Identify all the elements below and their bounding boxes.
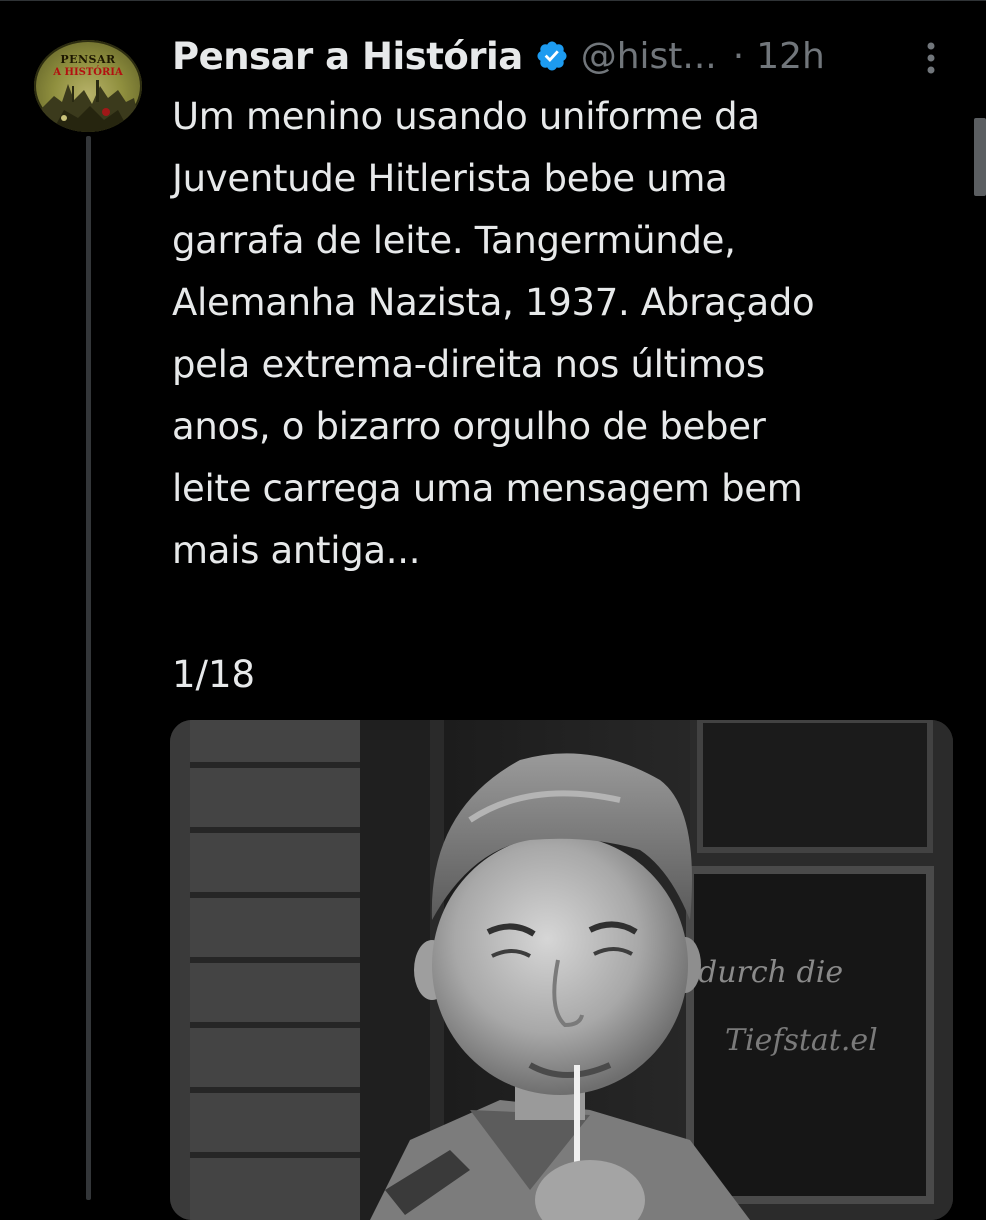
author-handle[interactable]: @hist...	[581, 36, 717, 77]
tweet-header: Pensar a História @hist... · 12h	[172, 31, 825, 81]
more-options-icon[interactable]	[919, 38, 943, 78]
separator-dot: ·	[732, 35, 745, 77]
verified-badge-icon	[535, 39, 569, 73]
avatar-subtitle: A HISTÓRIA	[53, 67, 123, 78]
avatar-title: PENSAR	[60, 53, 116, 66]
photo-brick-wall	[170, 720, 444, 1220]
photo-window: durch die Tiefstat.el	[686, 720, 953, 1220]
author-name[interactable]: Pensar a História	[172, 35, 523, 78]
author-avatar[interactable]: PENSAR A HISTÓRIA	[34, 40, 142, 132]
scrollbar-thumb[interactable]	[974, 118, 986, 196]
tweet-text: Um menino usando uniforme da Juventude H…	[172, 95, 815, 572]
tweet-timestamp[interactable]: 12h	[756, 36, 825, 77]
photo-sign-text-1: durch die	[698, 955, 843, 990]
top-divider	[0, 0, 986, 1]
tweet-photo[interactable]: durch die Tiefstat.el	[170, 720, 953, 1220]
photo-sign-text-2: Tiefstat.el	[725, 1023, 878, 1058]
thread-connector-line	[86, 136, 91, 1200]
thread-counter: 1/18	[172, 653, 256, 696]
